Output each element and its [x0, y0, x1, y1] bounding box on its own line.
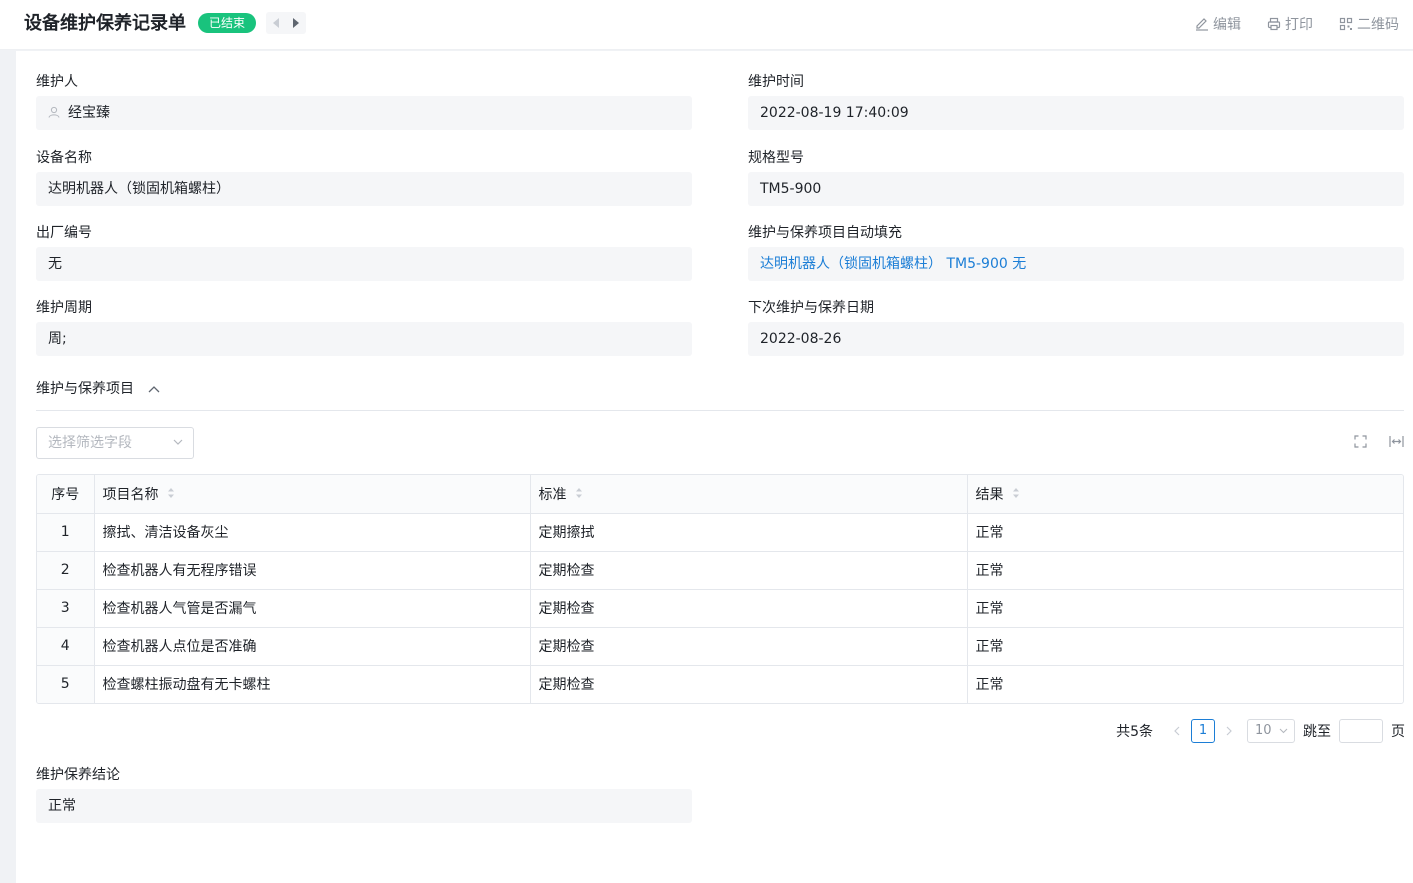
cell-name: 擦拭、清洁设备灰尘: [94, 513, 531, 552]
maintain-time-label: 维护时间: [748, 74, 804, 90]
next-date-field: 2022-08-26: [748, 322, 1404, 356]
status-badge: 已结束: [198, 13, 257, 33]
detail-panel: 维护人 经宝臻 维护时间 2022-08-19 17:40:09 设备名称 达明…: [16, 51, 1413, 883]
serial-no-field: 无: [36, 247, 692, 281]
qrcode-button[interactable]: 二维码: [1339, 14, 1399, 34]
cell-name: 检查螺柱振动盘有无卡螺柱: [94, 665, 531, 703]
next-page-button[interactable]: [1219, 726, 1239, 736]
qrcode-label: 二维码: [1357, 17, 1399, 33]
device-name-label: 设备名称: [36, 150, 92, 166]
cell-name: 检查机器人气管是否漏气: [94, 589, 531, 628]
maintainer-value: 经宝臻: [68, 105, 110, 121]
conclusion-field: 正常: [36, 789, 692, 823]
top-actions: 编辑 打印 二维码: [1195, 14, 1399, 34]
qrcode-icon: [1339, 17, 1353, 31]
chevron-down-icon: [1279, 728, 1288, 734]
col-header-result[interactable]: 结果: [967, 475, 1403, 514]
cell-result: 正常: [975, 677, 1004, 694]
autofill-link[interactable]: 达明机器人（锁固机箱螺柱） TM5-900 无: [748, 247, 1404, 281]
maintainer-label: 维护人: [36, 74, 78, 90]
maintain-time-field: 2022-08-19 17:40:09: [748, 96, 1404, 130]
cycle-label: 维护周期: [36, 300, 92, 316]
col-header-name[interactable]: 项目名称: [94, 475, 531, 514]
device-name-field: 达明机器人（锁固机箱螺柱）: [36, 172, 692, 206]
model-field: TM5-900: [748, 172, 1404, 206]
pagination-total: 共5条: [1116, 724, 1153, 740]
cell-standard: 定期检查: [530, 589, 968, 628]
cell-result: 正常: [967, 551, 1403, 590]
page-size-select[interactable]: 10: [1247, 719, 1295, 743]
cell-index: 4: [37, 627, 95, 666]
section-title: 维护与保养项目: [36, 381, 134, 397]
column-width-icon[interactable]: [1389, 435, 1404, 448]
sort-icon[interactable]: [1012, 487, 1020, 499]
maintainer-field: 经宝臻: [36, 96, 692, 130]
next-record-icon[interactable]: [292, 18, 300, 28]
col-header-result-label: 结果: [975, 486, 1004, 503]
table-header-row: 序号 项目名称 标准 结果: [37, 475, 1403, 514]
page-1-button[interactable]: 1: [1191, 719, 1215, 743]
page-unit-label: 页: [1391, 724, 1405, 740]
items-table: 序号 项目名称 标准 结果 1 擦拭、清洁设备灰尘 定期擦拭 正常 2 检查机器…: [36, 474, 1404, 704]
cell-standard: 定期检查: [530, 665, 968, 703]
table-row[interactable]: 2 检查机器人有无程序错误 定期检查 正常: [37, 551, 1403, 590]
cell-result: 正常: [967, 513, 1403, 552]
cell-standard: 定期检查: [530, 627, 968, 666]
col-header-index: 序号: [37, 475, 95, 514]
top-bar: 设备维护保养记录单 已结束 编辑 打印 二维码: [0, 0, 1413, 50]
goto-label: 跳至: [1303, 724, 1331, 740]
table-row[interactable]: 5 检查螺柱振动盘有无卡螺柱 定期检查 正常: [37, 665, 1403, 703]
items-section-header[interactable]: 维护与保养项目: [36, 379, 160, 399]
serial-no-label: 出厂编号: [36, 225, 92, 241]
print-button[interactable]: 打印: [1267, 14, 1313, 34]
table-row[interactable]: 4 检查机器人点位是否准确 定期检查 正常: [37, 627, 1403, 666]
autofill-label: 维护与保养项目自动填充: [748, 225, 902, 241]
prev-record-icon[interactable]: [272, 18, 280, 28]
conclusion-label: 维护保养结论: [36, 767, 120, 783]
cell-index: 3: [37, 589, 95, 628]
pagination: 共5条 1 10 跳至 页: [1116, 719, 1405, 743]
table-row[interactable]: 1 擦拭、清洁设备灰尘 定期擦拭 正常: [37, 513, 1403, 552]
section-divider: [36, 410, 1404, 411]
filter-field-select[interactable]: 选择筛选字段: [36, 427, 194, 459]
cell-name: 检查机器人点位是否准确: [94, 627, 531, 666]
cell-name: 检查机器人有无程序错误: [94, 551, 531, 590]
print-icon: [1267, 17, 1281, 31]
edit-icon: [1196, 18, 1208, 31]
chevron-up-icon[interactable]: [148, 385, 160, 393]
col-header-name-label: 项目名称: [102, 486, 159, 503]
edit-button[interactable]: 编辑: [1195, 14, 1241, 34]
col-header-standard[interactable]: 标准: [530, 475, 968, 514]
table-row[interactable]: 3 检查机器人气管是否漏气 定期检查 正常: [37, 589, 1403, 628]
edit-label: 编辑: [1213, 17, 1241, 33]
col-header-standard-label: 标准: [538, 486, 567, 503]
model-label: 规格型号: [748, 150, 804, 166]
cell-index: 1: [37, 513, 95, 552]
chevron-left-icon: [1174, 726, 1180, 736]
chevron-down-icon: [173, 439, 183, 445]
sort-icon[interactable]: [167, 487, 175, 499]
cell-result: 正常: [967, 627, 1403, 666]
cell-index: 5: [37, 665, 95, 703]
print-label: 打印: [1285, 17, 1313, 33]
sort-icon[interactable]: [575, 487, 583, 499]
cell-standard: 定期擦拭: [530, 513, 968, 552]
page-size-value: 10: [1255, 723, 1272, 738]
page-title: 设备维护保养记录单: [24, 13, 186, 34]
cell-standard: 定期检查: [530, 551, 968, 590]
record-nav: [266, 12, 306, 34]
cell-result: 正常: [967, 589, 1403, 628]
next-date-label: 下次维护与保养日期: [748, 300, 874, 316]
filter-placeholder: 选择筛选字段: [48, 435, 132, 451]
prev-page-button[interactable]: [1167, 726, 1187, 736]
fullscreen-icon[interactable]: [1354, 435, 1367, 448]
cell-index: 2: [37, 551, 95, 590]
chevron-right-icon: [1226, 726, 1232, 736]
cycle-field: 周;: [36, 322, 692, 356]
goto-page-input[interactable]: [1339, 719, 1383, 743]
user-icon: [48, 106, 60, 118]
